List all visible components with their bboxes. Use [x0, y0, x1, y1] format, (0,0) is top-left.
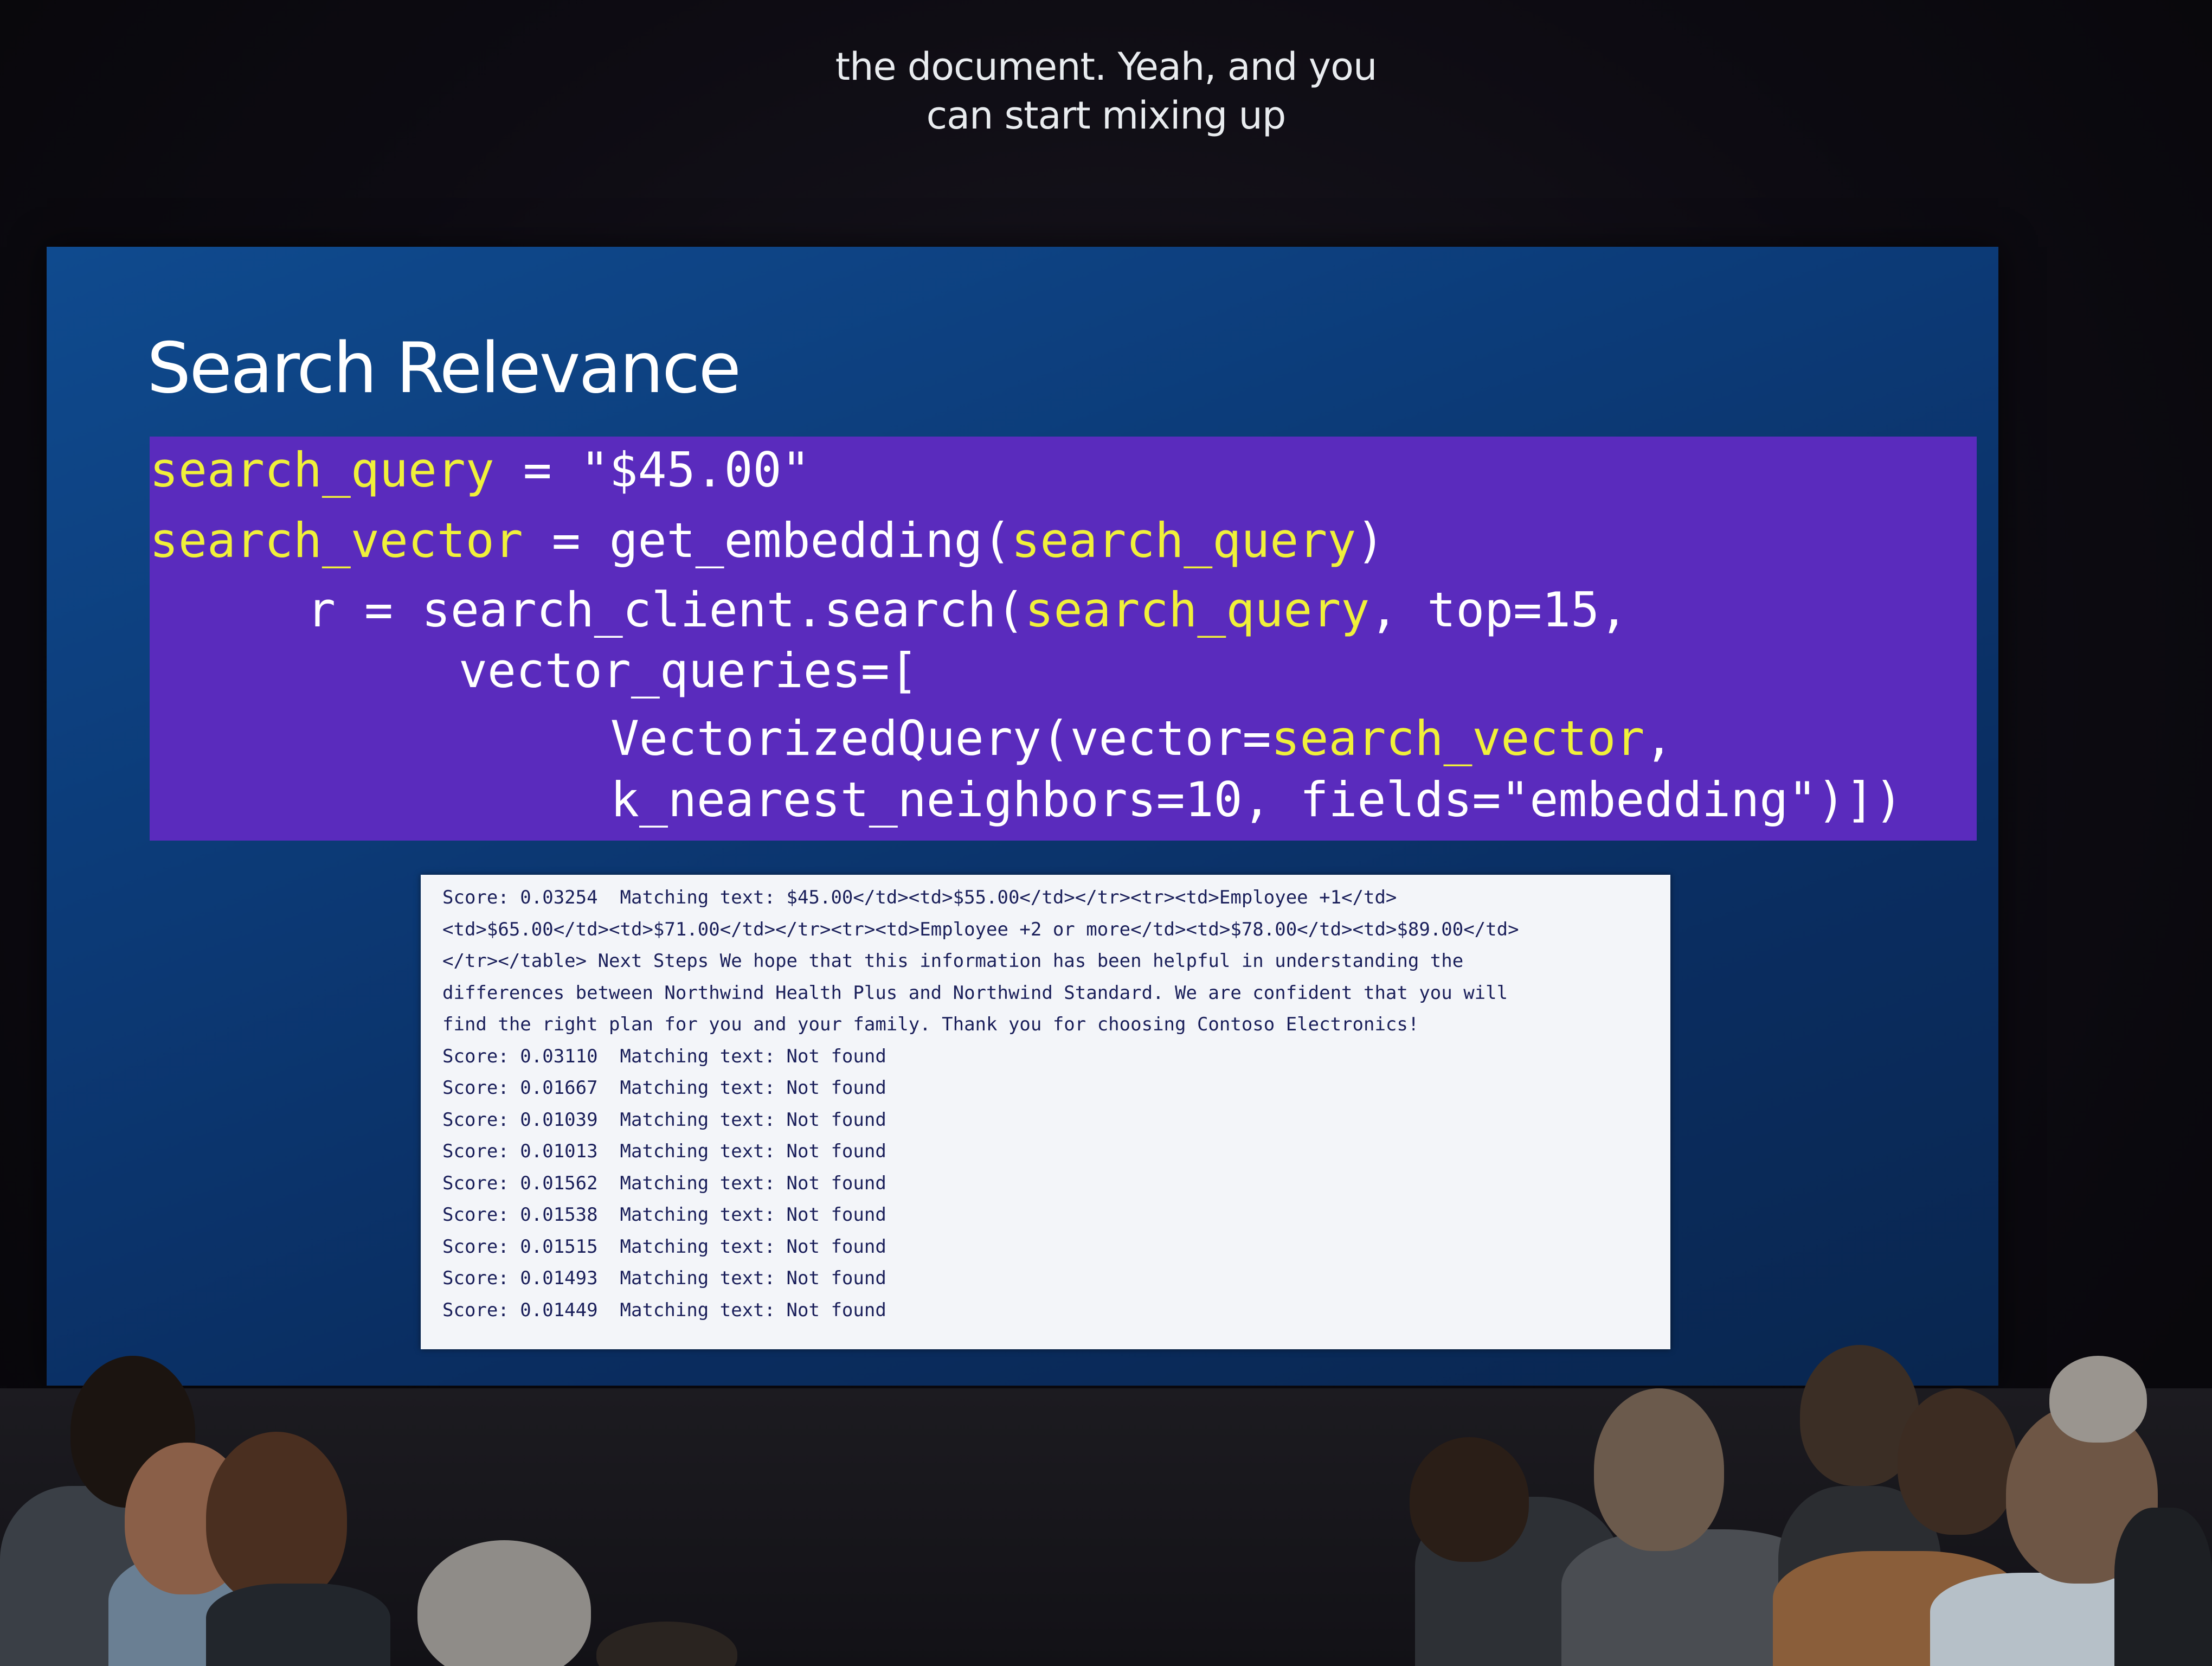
code-variable: search_query — [1011, 512, 1356, 568]
projected-slide: Search Relevance search_query = "$45.00"… — [47, 247, 1998, 1386]
audience-member-head — [206, 1432, 347, 1605]
conference-photo: the document. Yeah, and you can start mi… — [0, 0, 2212, 1666]
code-text: ) — [1356, 512, 1385, 568]
output-line: Score: 0.01538 Matching text: Not found — [442, 1204, 886, 1226]
output-line: </tr></table> Next Steps We hope that th… — [442, 950, 1464, 972]
search-output-panel: Score: 0.03254 Matching text: $45.00</td… — [421, 875, 1670, 1349]
output-line: Score: 0.01013 Matching text: Not found — [442, 1140, 886, 1162]
output-line: Score: 0.03254 Matching text: $45.00</td… — [442, 887, 1397, 908]
live-caption-line-2: can start mixing up — [926, 93, 1287, 138]
audience-member-head — [1410, 1437, 1529, 1562]
code-line: search_vector = get_embedding(search_que… — [150, 512, 1385, 568]
code-line: search_query = "$45.00" — [150, 442, 811, 498]
output-line: Score: 0.01667 Matching text: Not found — [442, 1077, 886, 1099]
code-variable: search_vector — [150, 512, 523, 568]
output-line: differences between Northwind Health Plu… — [442, 982, 1508, 1004]
code-text: r = search_client.search( — [307, 582, 1025, 638]
audience-member-head — [2049, 1356, 2147, 1443]
live-caption-line-1: the document. Yeah, and you — [835, 44, 1378, 89]
code-variable: search_vector — [1271, 710, 1645, 766]
code-text: = "$45.00" — [494, 442, 811, 498]
code-line: r = search_client.search(search_query, t… — [307, 582, 1628, 638]
code-variable: search_query — [1025, 582, 1370, 638]
code-text: = get_embedding( — [523, 512, 1012, 568]
code-line: k_nearest_neighbors=10, fields="embeddin… — [610, 772, 1904, 828]
audience-member — [206, 1584, 390, 1666]
code-text: VectorizedQuery(vector= — [610, 710, 1271, 766]
slide-title: Search Relevance — [147, 328, 741, 409]
code-text: , top=15, — [1369, 582, 1629, 638]
code-block: search_query = "$45.00" search_vector = … — [150, 437, 1977, 841]
output-line: find the right plan for you and your fam… — [442, 1014, 1419, 1035]
audience-member-head — [1594, 1388, 1724, 1551]
code-line: vector_queries=[ — [459, 643, 918, 699]
output-line: Score: 0.01493 Matching text: Not found — [442, 1267, 886, 1289]
output-line: Score: 0.03110 Matching text: Not found — [442, 1045, 886, 1067]
audience-member-head — [1898, 1388, 2017, 1535]
code-text: , — [1644, 710, 1674, 766]
code-variable: search_query — [150, 442, 494, 498]
audience-member — [2114, 1508, 2212, 1666]
output-line: Score: 0.01449 Matching text: Not found — [442, 1299, 886, 1321]
output-line: Score: 0.01562 Matching text: Not found — [442, 1172, 886, 1194]
code-line: VectorizedQuery(vector=search_vector, — [610, 710, 1673, 766]
output-line: Score: 0.01039 Matching text: Not found — [442, 1108, 886, 1131]
output-line: Score: 0.01515 Matching text: Not found — [442, 1235, 886, 1258]
output-line: <td>$65.00</td><td>$71.00</td></tr><tr><… — [442, 918, 1519, 940]
